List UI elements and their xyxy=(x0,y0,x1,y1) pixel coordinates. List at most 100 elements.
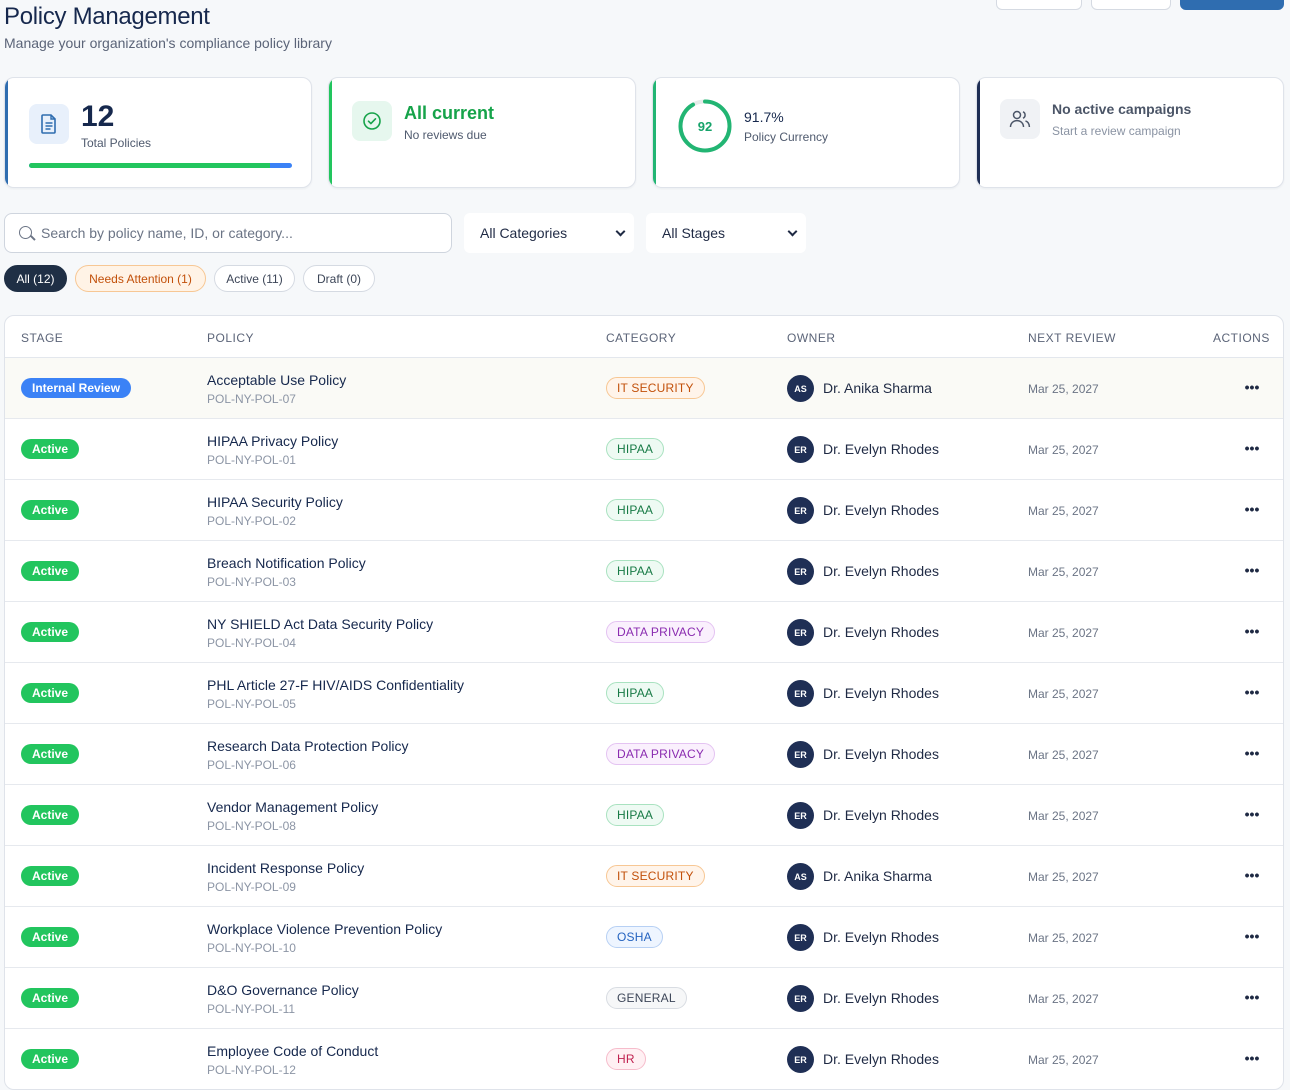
policy-progress-fill xyxy=(29,163,271,168)
policy-name-link[interactable]: HIPAA Security Policy xyxy=(207,494,343,510)
column-header-owner[interactable]: OWNER xyxy=(787,331,836,345)
table-row[interactable]: Active NY SHIELD Act Data Security Policy… xyxy=(5,602,1283,663)
owner-name: Dr. Anika Sharma xyxy=(823,380,932,396)
more-actions-icon[interactable]: ••• xyxy=(1244,1048,1260,1068)
policy-name-link[interactable]: HIPAA Privacy Policy xyxy=(207,433,338,449)
avatar: AS xyxy=(787,375,814,402)
table-header: STAGE POLICY CATEGORY OWNER NEXT REVIEW … xyxy=(5,316,1283,358)
table-row[interactable]: Active HIPAA Security Policy POL-NY-POL-02… xyxy=(5,480,1283,541)
more-actions-icon[interactable]: ••• xyxy=(1244,682,1260,702)
chip-draft[interactable]: Draft (0) xyxy=(303,265,375,292)
more-actions-icon[interactable]: ••• xyxy=(1244,865,1260,885)
owner-name: Dr. Evelyn Rhodes xyxy=(823,929,939,945)
policy-name-link[interactable]: Incident Response Policy xyxy=(207,860,364,876)
more-actions-icon[interactable]: ••• xyxy=(1244,804,1260,824)
stage-badge: Active xyxy=(21,988,80,1008)
stage-badge: Active xyxy=(21,683,80,703)
next-review-date: Mar 25, 2027 xyxy=(1028,870,1099,884)
category-badge: HIPAA xyxy=(606,560,665,582)
next-review-date: Mar 25, 2027 xyxy=(1028,443,1099,457)
policy-name-link[interactable]: PHL Article 27-F HIV/AIDS Confidentialit… xyxy=(207,677,464,693)
stage-badge: Internal Review xyxy=(21,378,132,398)
policy-id: POL-NY-POL-06 xyxy=(207,758,296,772)
page-title: Policy Management xyxy=(4,3,210,30)
policy-currency-card[interactable]: 92 91.7% Policy Currency xyxy=(652,77,960,188)
more-actions-icon[interactable]: ••• xyxy=(1244,499,1260,519)
more-actions-icon[interactable]: ••• xyxy=(1244,926,1260,946)
avatar: ER xyxy=(787,802,814,829)
table-row[interactable]: Active Incident Response Policy POL-NY-POL… xyxy=(5,846,1283,907)
more-actions-icon[interactable]: ••• xyxy=(1244,377,1260,397)
header-primary-button[interactable] xyxy=(1180,0,1284,10)
category-badge: IT SECURITY xyxy=(606,865,705,887)
policy-name-link[interactable]: NY SHIELD Act Data Security Policy xyxy=(207,616,433,632)
table-row[interactable]: Active Employee Code of Conduct POL-NY-POL… xyxy=(5,1029,1283,1089)
policy-id: POL-NY-POL-03 xyxy=(207,575,296,589)
more-actions-icon[interactable]: ••• xyxy=(1244,743,1260,763)
header-button-1[interactable] xyxy=(996,0,1082,10)
policy-name-link[interactable]: Employee Code of Conduct xyxy=(207,1043,378,1059)
owner-name: Dr. Anika Sharma xyxy=(823,868,932,884)
chip-needs-attention[interactable]: Needs Attention (1) xyxy=(75,265,206,292)
users-icon xyxy=(1000,99,1040,139)
avatar: ER xyxy=(787,619,814,646)
policy-table: STAGE POLICY CATEGORY OWNER NEXT REVIEW … xyxy=(4,315,1284,1090)
currency-ring-value: 92 xyxy=(697,118,713,134)
category-badge: IT SECURITY xyxy=(606,377,705,399)
search-field[interactable] xyxy=(4,213,452,253)
table-row[interactable]: Active Vendor Management Policy POL-NY-POL… xyxy=(5,785,1283,846)
stage-select-value: All Stages xyxy=(662,225,726,241)
stage-badge: Active xyxy=(21,439,80,459)
avatar: ER xyxy=(787,924,814,951)
column-header-policy[interactable]: POLICY xyxy=(207,331,254,345)
reviews-card[interactable]: All current No reviews due xyxy=(328,77,636,188)
table-row[interactable]: Active PHL Article 27-F HIV/AIDS Confiden… xyxy=(5,663,1283,724)
policy-id: POL-NY-POL-10 xyxy=(207,941,296,955)
table-row[interactable]: Internal Review Acceptable Use Policy POL-… xyxy=(5,358,1283,419)
policy-id: POL-NY-POL-05 xyxy=(207,697,296,711)
policy-name-link[interactable]: Vendor Management Policy xyxy=(207,799,378,815)
next-review-date: Mar 25, 2027 xyxy=(1028,565,1099,579)
campaigns-card[interactable]: No active campaigns Start a review campa… xyxy=(976,77,1284,188)
column-header-next-review[interactable]: NEXT REVIEW xyxy=(1028,331,1116,345)
category-badge: HIPAA xyxy=(606,682,665,704)
table-row[interactable]: Active Workplace Violence Prevention Poli… xyxy=(5,907,1283,968)
avatar: ER xyxy=(787,680,814,707)
policy-name-link[interactable]: Workplace Violence Prevention Policy xyxy=(207,921,442,937)
owner-name: Dr. Evelyn Rhodes xyxy=(823,746,939,762)
page-header: Policy Management Manage your organizati… xyxy=(4,0,1286,60)
header-button-2[interactable] xyxy=(1091,0,1171,10)
policy-name-link[interactable]: Research Data Protection Policy xyxy=(207,738,409,754)
check-circle-icon xyxy=(352,101,392,141)
table-row[interactable]: Active HIPAA Privacy Policy POL-NY-POL-01 H… xyxy=(5,419,1283,480)
chevron-down-icon xyxy=(787,226,798,237)
next-review-date: Mar 25, 2027 xyxy=(1028,626,1099,640)
column-header-stage[interactable]: STAGE xyxy=(21,331,63,345)
more-actions-icon[interactable]: ••• xyxy=(1244,987,1260,1007)
stage-badge: Active xyxy=(21,561,80,581)
table-row[interactable]: Active Breach Notification Policy POL-NY-P… xyxy=(5,541,1283,602)
policy-id: POL-NY-POL-09 xyxy=(207,880,296,894)
more-actions-icon[interactable]: ••• xyxy=(1244,621,1260,641)
policy-progress-bar xyxy=(29,163,292,168)
column-header-category[interactable]: CATEGORY xyxy=(606,331,676,345)
column-header-actions: ACTIONS xyxy=(1213,331,1270,345)
table-row[interactable]: Active D&O Governance Policy POL-NY-POL-11… xyxy=(5,968,1283,1029)
policy-name-link[interactable]: Breach Notification Policy xyxy=(207,555,366,571)
search-input[interactable] xyxy=(41,214,441,252)
more-actions-icon[interactable]: ••• xyxy=(1244,438,1260,458)
total-policies-card[interactable]: 12 Total Policies xyxy=(4,77,312,188)
more-actions-icon[interactable]: ••• xyxy=(1244,560,1260,580)
policy-name-link[interactable]: Acceptable Use Policy xyxy=(207,372,346,388)
chip-active[interactable]: Active (11) xyxy=(214,265,295,292)
category-select[interactable]: All Categories xyxy=(464,213,634,253)
policy-name-link[interactable]: D&O Governance Policy xyxy=(207,982,359,998)
next-review-date: Mar 25, 2027 xyxy=(1028,992,1099,1006)
total-policies-label: Total Policies xyxy=(81,136,152,150)
chip-all[interactable]: All (12) xyxy=(4,265,67,292)
category-badge: DATA PRIVACY xyxy=(606,743,716,765)
category-badge: OSHA xyxy=(606,926,663,948)
table-row[interactable]: Active Research Data Protection Policy POL… xyxy=(5,724,1283,785)
owner-name: Dr. Evelyn Rhodes xyxy=(823,441,939,457)
stage-select[interactable]: All Stages xyxy=(646,213,806,253)
